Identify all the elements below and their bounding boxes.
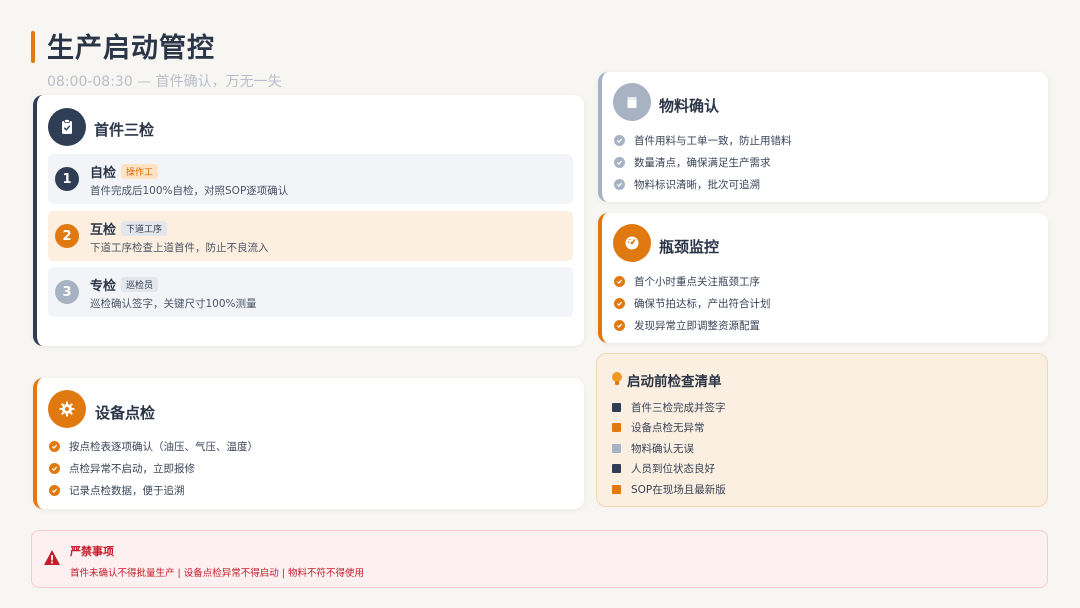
- equipment-card: 设备点检 按点检表逐项确认（油压、气压、温度） 点检异常不启动，立即报修 记录点…: [33, 378, 584, 509]
- checklist-item-text: 设备点检无异常: [631, 422, 705, 434]
- step-description: 首件完成后100%自检，对照SOP逐项确认: [90, 185, 289, 197]
- step-mutual-check: 2 互检 下道工序 下道工序检查上道首件，防止不良流入: [48, 211, 573, 261]
- pre-start-checklist: 启动前检查清单 首件三检完成并签字 设备点检无异常 物料确认无误 人员到位状态良…: [596, 353, 1048, 507]
- step-number: 2: [55, 224, 79, 248]
- role-badge: 下道工序: [121, 221, 168, 236]
- bullet-square: [612, 444, 621, 453]
- step-number: 1: [55, 167, 79, 191]
- step-name: 互检: [90, 223, 117, 238]
- step-number: 3: [55, 280, 79, 304]
- bottleneck-card: 瓶颈监控 首个小时重点关注瓶颈工序 确保节拍达标，产出符合计划 发现异常立即调整…: [598, 213, 1048, 343]
- equipment-title: 设备点检: [95, 404, 156, 422]
- list-item: 物料标识清晰，批次可追溯: [614, 177, 760, 192]
- list-item-text: 确保节拍达标，产出符合计划: [634, 298, 771, 310]
- checklist-item-text: 人员到位状态良好: [631, 463, 715, 475]
- list-item-text: 点检异常不启动，立即报修: [69, 463, 195, 475]
- check-icon: [614, 320, 625, 331]
- step-name: 自检: [90, 166, 117, 181]
- check-icon: [49, 485, 60, 496]
- checklist-item-text: 首件三检完成并签字: [631, 402, 726, 414]
- list-item-text: 数量清点，确保满足生产需求: [634, 157, 771, 169]
- check-icon: [49, 441, 60, 452]
- gauge-icon: [613, 224, 651, 262]
- list-item-text: 按点检表逐项确认（油压、气压、温度）: [69, 441, 258, 453]
- checklist-title: 启动前检查清单: [627, 374, 722, 390]
- gear-icon: [48, 390, 86, 428]
- prohibition-title: 严禁事项: [70, 545, 114, 558]
- bottleneck-title: 瓶颈监控: [659, 238, 720, 256]
- material-card: 物料确认 首件用料与工单一致，防止用错料 数量清点，确保满足生产需求 物料标识清…: [598, 72, 1048, 202]
- list-item: 首件用料与工单一致，防止用错料: [614, 133, 792, 148]
- checklist-item: SOP在现场且最新版: [612, 482, 726, 497]
- list-item: 首个小时重点关注瓶颈工序: [614, 274, 760, 289]
- check-icon: [614, 276, 625, 287]
- checklist-item-text: SOP在现场且最新版: [631, 484, 726, 496]
- bullet-square: [612, 403, 621, 412]
- checklist-item: 物料确认无误: [612, 441, 694, 456]
- material-title: 物料确认: [659, 97, 720, 115]
- check-icon: [614, 179, 625, 190]
- list-item: 点检异常不启动，立即报修: [49, 461, 195, 476]
- list-item-text: 发现异常立即调整资源配置: [634, 320, 760, 332]
- prohibition-banner: 严禁事项 首件未确认不得批量生产 | 设备点检异常不得启动 | 物料不符不得使用: [31, 530, 1048, 588]
- checklist-item-text: 物料确认无误: [631, 443, 694, 455]
- lightbulb-icon: [612, 372, 622, 385]
- page-subtitle: 08:00-08:30 — 首件确认，万无一失: [47, 74, 282, 90]
- check-icon: [614, 298, 625, 309]
- page-title: 生产启动管控: [47, 33, 215, 64]
- list-item: 发现异常立即调整资源配置: [614, 318, 760, 333]
- role-badge: 操作工: [121, 164, 159, 179]
- check-icon: [614, 157, 625, 168]
- step-description: 下道工序检查上道首件，防止不良流入: [90, 242, 269, 254]
- step-description: 巡检确认签字，关键尺寸100%测量: [90, 298, 257, 310]
- list-item-text: 记录点检数据，便于追溯: [69, 485, 185, 497]
- clipboard-check-icon: [48, 108, 86, 146]
- step-self-check: 1 自检 操作工 首件完成后100%自检，对照SOP逐项确认: [48, 154, 573, 204]
- prohibition-text: 首件未确认不得批量生产 | 设备点检异常不得启动 | 物料不符不得使用: [70, 568, 364, 579]
- list-item: 确保节拍达标，产出符合计划: [614, 296, 771, 311]
- list-item: 数量清点，确保满足生产需求: [614, 155, 771, 170]
- checklist-item: 首件三检完成并签字: [612, 400, 726, 415]
- first-article-card: 首件三检 1 自检 操作工 首件完成后100%自检，对照SOP逐项确认 2 互检…: [33, 95, 584, 346]
- warning-triangle-icon: [44, 550, 60, 565]
- step-special-check: 3 专检 巡检员 巡检确认签字，关键尺寸100%测量: [48, 267, 573, 317]
- list-item: 按点检表逐项确认（油压、气压、温度）: [49, 439, 258, 454]
- list-item-text: 物料标识清晰，批次可追溯: [634, 179, 760, 191]
- first-article-title: 首件三检: [94, 121, 155, 139]
- bullet-square: [612, 423, 621, 432]
- role-badge: 巡检员: [121, 277, 159, 292]
- checklist-item: 人员到位状态良好: [612, 461, 715, 476]
- list-item-text: 首件用料与工单一致，防止用错料: [634, 135, 792, 147]
- checklist-item: 设备点检无异常: [612, 420, 705, 435]
- box-icon: [613, 83, 651, 121]
- title-accent-bar: [31, 31, 35, 63]
- list-item-text: 首个小时重点关注瓶颈工序: [634, 276, 760, 288]
- bullet-square: [612, 485, 621, 494]
- list-item: 记录点检数据，便于追溯: [49, 483, 185, 498]
- bullet-square: [612, 464, 621, 473]
- check-icon: [49, 463, 60, 474]
- step-name: 专检: [90, 279, 117, 294]
- check-icon: [614, 135, 625, 146]
